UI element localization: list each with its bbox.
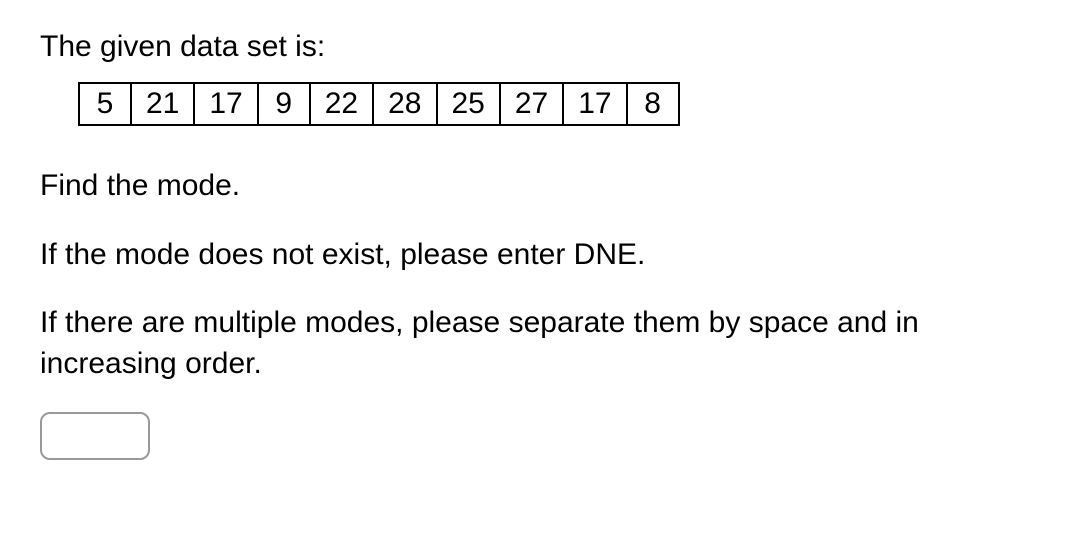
data-cell: 22	[310, 83, 373, 125]
data-cell: 25	[437, 83, 500, 125]
data-cell: 17	[194, 83, 257, 125]
data-row: 5 21 17 9 22 28 25 27 17 8	[79, 83, 679, 125]
data-cell: 9	[258, 83, 310, 125]
data-cell: 28	[373, 83, 436, 125]
dne-instruction-text: If the mode does not exist, please enter…	[40, 235, 1050, 276]
data-table: 5 21 17 9 22 28 25 27 17 8	[78, 82, 680, 126]
data-cell: 17	[563, 83, 626, 125]
intro-text: The given data set is:	[40, 30, 1050, 64]
data-cell: 5	[79, 83, 131, 125]
data-cell: 21	[131, 83, 194, 125]
answer-input[interactable]	[40, 412, 150, 460]
find-mode-text: Find the mode.	[40, 166, 1050, 207]
multiple-modes-instruction-text: If there are multiple modes, please sepa…	[40, 303, 1050, 384]
data-cell: 8	[627, 83, 679, 125]
data-cell: 27	[500, 83, 563, 125]
